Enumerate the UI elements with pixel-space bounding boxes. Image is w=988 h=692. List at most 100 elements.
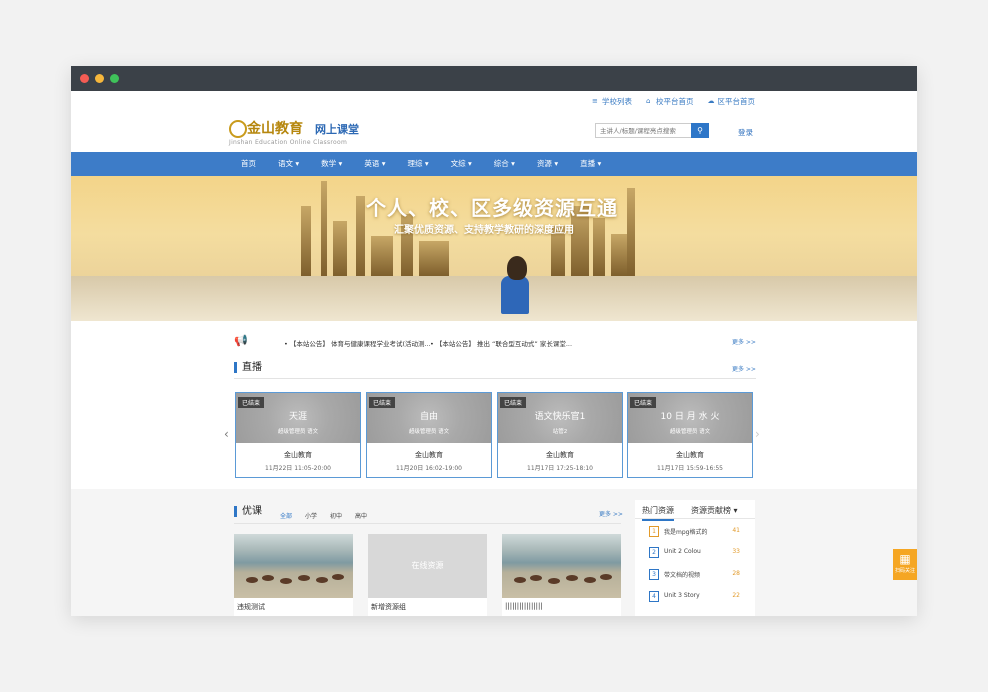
home-icon: ⌂ xyxy=(646,97,651,105)
divider xyxy=(234,523,621,524)
banner-floor xyxy=(71,276,917,321)
course-more-link[interactable]: 更多 >> xyxy=(599,509,623,518)
tab-hot-resources[interactable]: 热门资源 xyxy=(642,505,674,521)
banner-building xyxy=(333,221,347,276)
search-input[interactable] xyxy=(596,124,692,137)
live-card[interactable]: 已结束 语文快乐官1 站管2 金山教育 11月17日 17:25-18:10 xyxy=(497,392,623,478)
notice-bar: 📢 • 【本站公告】 体育与健康课程学业考试(活动测... • 【本站公告】 推… xyxy=(234,334,757,350)
horses-image xyxy=(246,574,344,584)
divider xyxy=(234,378,756,379)
banner-building xyxy=(301,206,311,276)
course-section-title: 优课 xyxy=(234,506,262,517)
district-platform-link[interactable]: ☁ 区平台首页 xyxy=(708,96,756,107)
ranking-tabs: 热门资源 资源贡献榜 ▾ xyxy=(635,500,755,521)
nav-english[interactable]: 英语 ▾ xyxy=(353,152,396,176)
search-box: ⚲ xyxy=(595,123,709,138)
live-card[interactable]: 已结束 天涯 超级管理员 语文 金山教育 11月22日 11:05-20:00 xyxy=(235,392,361,478)
logo-english: Jinshan Education Online Classroom xyxy=(229,139,348,146)
carousel-prev-icon[interactable]: ‹ xyxy=(224,427,229,441)
close-window-button[interactable] xyxy=(80,74,89,83)
live-card-tags: 超级管理员 语文 xyxy=(277,429,319,435)
ended-badge: 已结束 xyxy=(369,397,396,408)
live-card-title: 10 日 月 水 火 xyxy=(660,412,720,422)
rank-count: 41 xyxy=(732,527,740,534)
tab-junior[interactable]: 初中 xyxy=(330,511,342,520)
notice-more-link[interactable]: 更多 >> xyxy=(732,337,756,346)
ranking-row[interactable]: 2 Unit 2 Colou 33 xyxy=(649,547,755,559)
ranking-row[interactable]: 1 我是mpg格式的 41 xyxy=(649,526,755,538)
tab-primary[interactable]: 小学 xyxy=(305,511,317,520)
caret-down-icon: ▾ xyxy=(733,506,738,515)
live-card-title: 语文快乐官1 xyxy=(534,412,586,422)
tab-all[interactable]: 全部 xyxy=(280,511,292,520)
course-thumbnail: 在线资源 xyxy=(368,534,487,598)
course-title: 新增资源组 xyxy=(371,603,406,611)
rank-count: 33 xyxy=(732,548,740,555)
tab-contribution[interactable]: 资源贡献榜 ▾ xyxy=(691,505,738,516)
course-title: 违规测试 xyxy=(237,603,265,611)
course-card[interactable]: 在线资源 新增资源组 xyxy=(368,534,487,616)
banner-girl-hair xyxy=(507,256,527,280)
nav-resources[interactable]: 资源 ▾ xyxy=(526,152,569,176)
banner-building xyxy=(356,196,365,276)
course-card[interactable]: |||||||||||||||| xyxy=(502,534,621,616)
banner-building xyxy=(371,236,393,276)
rank-name: Unit 2 Colou xyxy=(664,548,701,555)
rank-number: 1 xyxy=(649,526,659,537)
live-thumbnail: 已结束 天涯 超级管理员 语文 xyxy=(236,393,360,443)
login-link[interactable]: 登录 xyxy=(738,127,753,138)
rank-name: 带文档的视频 xyxy=(664,572,701,579)
nav-science[interactable]: 理综 ▾ xyxy=(396,152,439,176)
browser-window: ≡ 学校列表 ⌂ 校平台首页 ☁ 区平台首页 金山教育 网上课堂 Jinshan Ed… xyxy=(71,66,917,616)
school-list-link[interactable]: ≡ 学校列表 xyxy=(592,96,632,107)
nav-liberal-arts[interactable]: 文综 ▾ xyxy=(440,152,483,176)
course-card[interactable]: 违规测试 xyxy=(234,534,353,616)
nav-chinese[interactable]: 语文 ▾ xyxy=(267,152,310,176)
course-tabs: 全部 小学 初中 高中 xyxy=(280,511,367,520)
banner-headline: 个人、校、区多级资源互通 xyxy=(366,196,618,220)
minimize-window-button[interactable] xyxy=(95,74,104,83)
live-card-title: 天涯 xyxy=(288,412,307,422)
nav-math[interactable]: 数学 ▾ xyxy=(310,152,353,176)
carousel-next-icon[interactable]: › xyxy=(755,427,760,441)
qr-code-button[interactable]: ▦ 扫码关注 xyxy=(893,549,917,580)
live-card[interactable]: 已结束 自由 超级管理员 语文 金山教育 11月20日 16:02-19:00 xyxy=(366,392,492,478)
chevron-down-icon: ▾ xyxy=(381,159,386,168)
live-more-link[interactable]: 更多 >> xyxy=(732,364,756,373)
ranking-row[interactable]: 4 Unit 3 Story 22 xyxy=(649,591,755,603)
chevron-down-icon: ▾ xyxy=(424,159,429,168)
qr-code-icon: ▦ xyxy=(899,552,911,566)
cloud-icon: ☁ xyxy=(707,97,715,105)
live-card-org: 金山教育 xyxy=(415,451,443,459)
chevron-down-icon: ▾ xyxy=(468,159,472,168)
rank-number: 3 xyxy=(649,569,659,580)
live-card[interactable]: 已结束 10 日 月 水 火 超级管理员 语文 金山教育 11月17日 15:5… xyxy=(627,392,753,478)
school-platform-link[interactable]: ⌂ 校平台首页 xyxy=(646,96,694,107)
chevron-down-icon: ▾ xyxy=(511,159,515,168)
logo-mark-icon xyxy=(229,120,247,138)
chevron-down-icon: ▾ xyxy=(554,159,559,168)
nav-home[interactable]: 首页 xyxy=(241,152,267,176)
qr-code-label: 扫码关注 xyxy=(894,568,915,574)
hero-banner[interactable]: 个人、校、区多级资源互通 汇聚优质资源、支持教学教研的深度应用 xyxy=(71,176,917,321)
nav-live[interactable]: 直播 ▾ xyxy=(569,152,612,176)
nav-general[interactable]: 综合 ▾ xyxy=(483,152,526,176)
live-card-time: 11月17日 17:25-18:10 xyxy=(527,465,593,472)
ranking-row[interactable]: 3 带文档的视频 28 xyxy=(649,569,755,581)
notice-item[interactable]: • 【本站公告】 推出 “联合型互动式” 家长课堂... xyxy=(430,338,572,348)
ended-badge: 已结束 xyxy=(500,397,527,408)
live-card-org: 金山教育 xyxy=(546,451,574,459)
chevron-down-icon: ▾ xyxy=(338,159,343,168)
rank-name: 我是mpg格式的 xyxy=(664,529,708,536)
notice-item[interactable]: • 【本站公告】 体育与健康课程学业考试(活动测... xyxy=(284,338,431,348)
tab-senior[interactable]: 高中 xyxy=(355,511,367,520)
live-thumbnail: 已结束 语文快乐官1 站管2 xyxy=(498,393,622,443)
site-logo[interactable]: 金山教育 网上课堂 Jinshan Education Online Class… xyxy=(229,118,369,150)
main-nav: 首页 语文 ▾ 数学 ▾ 英语 ▾ 理综 ▾ 文综 ▾ 综合 ▾ 资源 ▾ 直播… xyxy=(71,152,917,176)
live-card-org: 金山教育 xyxy=(284,451,312,459)
maximize-window-button[interactable] xyxy=(110,74,119,83)
banner-subheadline: 汇聚优质资源、支持教学教研的深度应用 xyxy=(394,225,574,236)
live-card-tags: 超级管理员 语文 xyxy=(669,429,711,435)
live-card-tags: 超级管理员 语文 xyxy=(408,429,450,435)
search-button[interactable]: ⚲ xyxy=(691,123,709,138)
